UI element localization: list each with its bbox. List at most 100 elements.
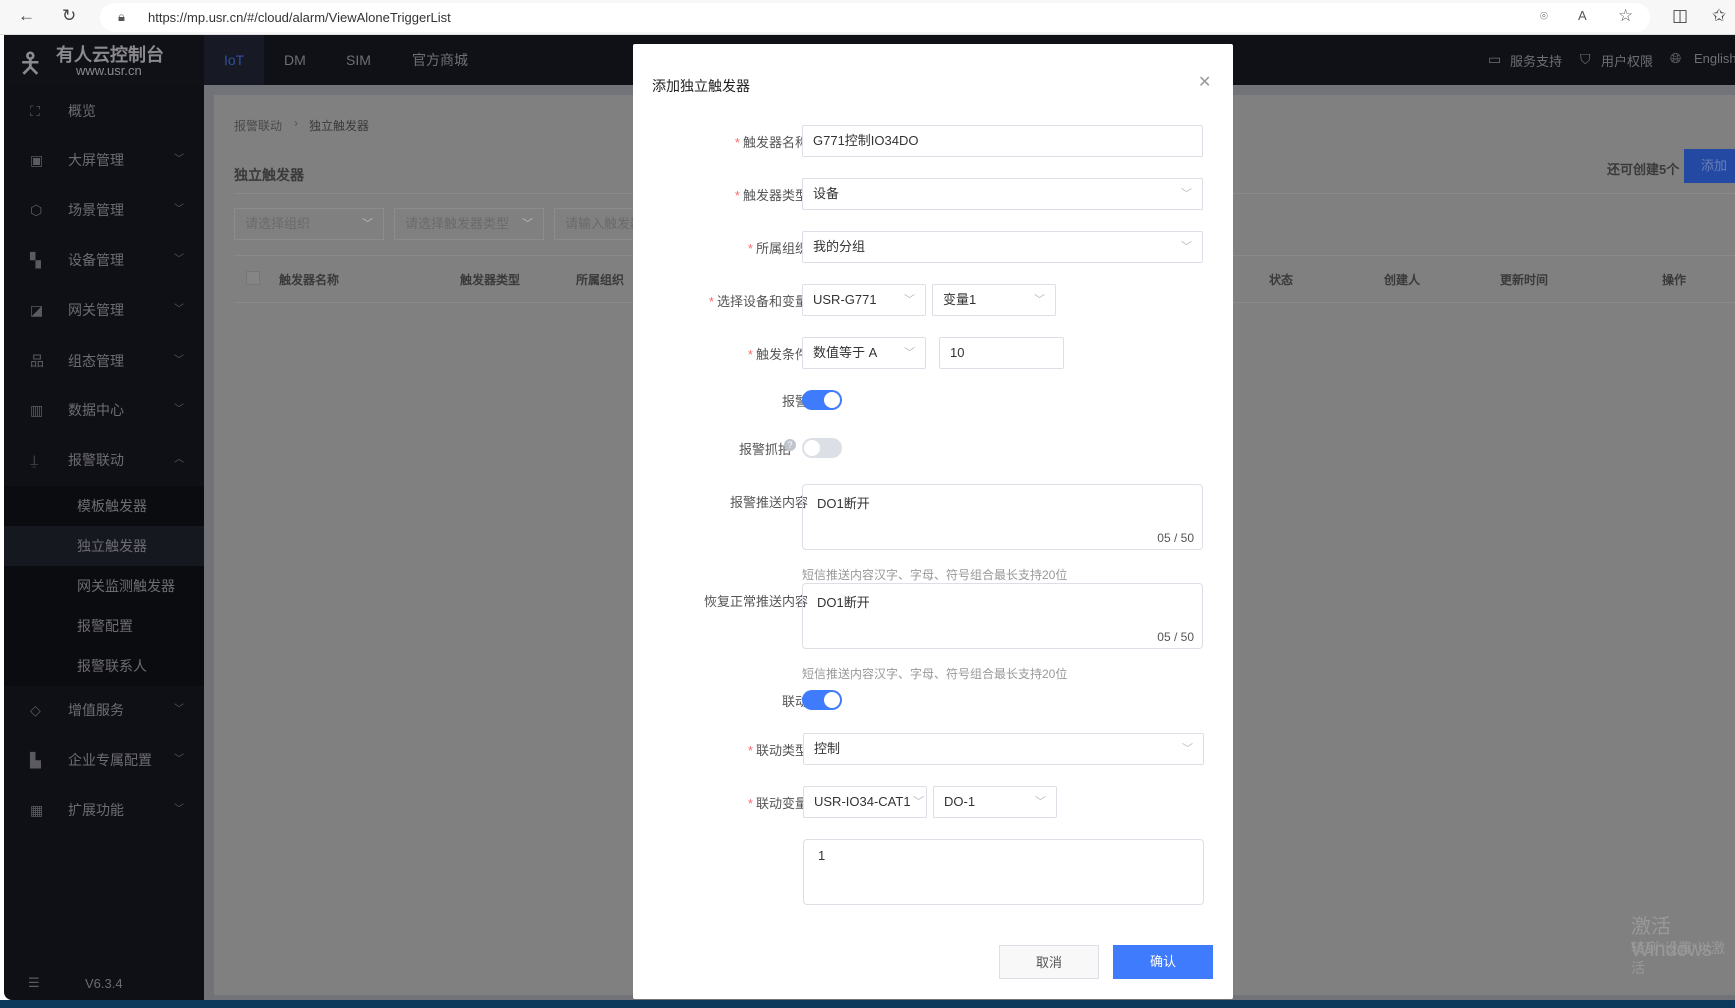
tab-sim[interactable]: SIM bbox=[326, 35, 391, 85]
linkage-toggle[interactable] bbox=[802, 690, 842, 710]
chevron-down-icon: ﹀ bbox=[1181, 241, 1192, 253]
breadcrumb-alarm[interactable]: 报警联动 bbox=[234, 117, 282, 134]
link-type-select[interactable]: 控制 ﹀ bbox=[803, 733, 1204, 765]
col-actions: 操作 bbox=[1662, 273, 1687, 287]
breadcrumb-current: 独立触发器 bbox=[309, 119, 370, 133]
permissions-link[interactable]: 用户权限 bbox=[1601, 51, 1653, 70]
sidebar-item-data-center[interactable]: ▥ 数据中心 ﹀ bbox=[4, 388, 204, 432]
type-filter-select[interactable]: 请选择触发器类型 ﹀ bbox=[394, 208, 544, 240]
grid-icon: ▦ bbox=[30, 802, 44, 818]
sidebar-item-scene[interactable]: ⬡ 场景管理 ﹀ bbox=[4, 188, 204, 232]
alarm-toggle[interactable] bbox=[802, 390, 842, 410]
chevron-down-icon: ﹀ bbox=[1034, 294, 1045, 306]
close-icon[interactable]: ✕ bbox=[1198, 72, 1211, 92]
device-icon: ▚ bbox=[30, 252, 41, 268]
sidebar-sub-standalone-trigger[interactable]: 独立触发器 bbox=[4, 526, 204, 566]
overview-icon: ⛶ bbox=[30, 103, 40, 119]
sidebar-item-screen[interactable]: ▣ 大屏管理 ﹀ bbox=[4, 138, 204, 182]
favorites-icon[interactable]: ✩ bbox=[1712, 6, 1726, 26]
link-variable-select[interactable]: DO-1 ﹀ bbox=[933, 786, 1057, 818]
location-icon[interactable]: ⌾ bbox=[1540, 8, 1548, 24]
device-value: USR-G771 bbox=[813, 292, 877, 307]
favorite-star-icon[interactable]: ☆ bbox=[1618, 6, 1633, 26]
support-link[interactable]: 服务支持 bbox=[1510, 51, 1562, 70]
sidebar-item-topology[interactable]: 品组态管理 ﹀ bbox=[4, 339, 204, 383]
remaining-count: 还可创建5个 bbox=[1607, 162, 1680, 177]
name-filter-input[interactable]: 请输入触发器 bbox=[554, 208, 644, 240]
sidebar-item-overview[interactable]: ⛶ 概览 bbox=[4, 89, 204, 133]
globe-icon: 🌐︎ bbox=[1670, 50, 1682, 66]
tab-iot[interactable]: IoT bbox=[204, 35, 265, 85]
alarm-icon: ⍊ bbox=[30, 452, 39, 468]
trigger-type-select[interactable]: 设备 ﹀ bbox=[802, 178, 1203, 210]
diamond-icon: ◇ bbox=[30, 702, 41, 718]
chevron-down-icon: ﹀ bbox=[362, 218, 373, 230]
browser-toolbar: ← ↻ 🔒︎ https://mp.usr.cn/#/cloud/alarm/V… bbox=[0, 0, 1735, 35]
chevron-down-icon: ﹀ bbox=[174, 304, 184, 315]
link-value-textarea[interactable]: 1 bbox=[803, 839, 1204, 905]
recover-char-count: 05 / 50 bbox=[1157, 630, 1194, 644]
read-aloud-icon[interactable]: A bbox=[1578, 8, 1587, 23]
condition-label: * 触发条件 bbox=[747, 347, 808, 362]
chevron-down-icon: ﹀ bbox=[522, 218, 533, 230]
collapse-menu-icon[interactable]: ☰ bbox=[28, 975, 40, 991]
sidebar-sub-gateway-trigger[interactable]: 网关监测触发器 bbox=[4, 566, 204, 606]
sidebar-item-extensions[interactable]: ▦ 扩展功能 ﹀ bbox=[4, 788, 204, 832]
chart-icon: ▥ bbox=[30, 402, 44, 418]
chevron-down-icon: ﹀ bbox=[1035, 796, 1046, 808]
watermark-line2: 转到"设置"以激活 bbox=[1631, 940, 1725, 976]
col-status: 状态 bbox=[1269, 273, 1294, 287]
link-device-select[interactable]: USR-IO34-CAT1 ﹀ bbox=[803, 786, 927, 818]
add-button[interactable]: 添加 bbox=[1684, 149, 1735, 183]
cancel-button[interactable]: 取消 bbox=[999, 945, 1099, 979]
variable-select[interactable]: 变量1 ﹀ bbox=[932, 284, 1056, 316]
recover-content-textarea[interactable]: DO1断开 05 / 50 bbox=[802, 583, 1203, 649]
sidebar-item-device[interactable]: ▚ 设备管理 ﹀ bbox=[4, 238, 204, 282]
sidebar-sub-alarm-config[interactable]: 报警配置 bbox=[4, 606, 204, 646]
push-content-value: DO1断开 bbox=[817, 496, 870, 511]
dialog-title: 添加独立触发器 bbox=[652, 78, 750, 94]
condition-select[interactable]: 数值等于 A ﹀ bbox=[802, 337, 926, 369]
logo-person-icon: 🯅 bbox=[18, 48, 43, 79]
push-content-textarea[interactable]: DO1断开 05 / 50 bbox=[802, 484, 1203, 550]
name-filter-placeholder: 请输入触发器 bbox=[565, 216, 644, 231]
sidebar-item-alarm[interactable]: ⍊ 报警联动 ︿ bbox=[4, 438, 204, 482]
tab-store[interactable]: 官方商城 bbox=[392, 35, 488, 85]
sidebar-item-value-added[interactable]: ◇ 增值服务 ﹀ bbox=[4, 688, 204, 732]
alarm-label: 报警 bbox=[781, 394, 808, 409]
sidebar-sub-alarm-contacts[interactable]: 报警联系人 bbox=[4, 646, 204, 686]
back-icon[interactable]: ← bbox=[18, 6, 35, 26]
org-select[interactable]: 我的分组 ﹀ bbox=[802, 231, 1203, 263]
refresh-icon[interactable]: ↻ bbox=[62, 6, 76, 26]
variable-value: 变量1 bbox=[943, 292, 977, 307]
chevron-down-icon: ﹀ bbox=[174, 204, 184, 215]
chevron-down-icon: ﹀ bbox=[1182, 743, 1193, 755]
chevron-down-icon: ﹀ bbox=[174, 804, 184, 815]
recover-content-value: DO1断开 bbox=[817, 595, 870, 610]
org-filter-select[interactable]: 请选择组织 ﹀ bbox=[234, 208, 384, 240]
device-label: * 选择设备和变量 bbox=[708, 294, 808, 309]
language-link[interactable]: English bbox=[1694, 51, 1735, 66]
col-creator: 创建人 bbox=[1384, 273, 1421, 287]
col-updated: 更新时间 bbox=[1500, 273, 1549, 287]
sidebar-sub-template-trigger[interactable]: 模板触发器 bbox=[4, 486, 204, 526]
snapshot-toggle[interactable] bbox=[802, 438, 842, 458]
address-bar[interactable]: 🔒︎ https://mp.usr.cn/#/cloud/alarm/ViewA… bbox=[100, 3, 1650, 32]
split-screen-icon[interactable]: ◫ bbox=[1672, 6, 1688, 26]
toggle-knob bbox=[824, 392, 840, 408]
taskbar-edge bbox=[0, 1000, 1735, 1008]
condition-value-input[interactable]: 10 bbox=[939, 337, 1064, 369]
url-text[interactable]: https://mp.usr.cn/#/cloud/alarm/ViewAlon… bbox=[148, 10, 451, 25]
sidebar-item-gateway[interactable]: ◪ 网关管理 ﹀ bbox=[4, 288, 204, 332]
help-icon[interactable]: ? bbox=[784, 439, 796, 451]
trigger-name-input[interactable]: G771控制IO34DO bbox=[802, 125, 1203, 157]
select-all-checkbox[interactable] bbox=[246, 271, 260, 285]
toggle-knob bbox=[824, 692, 840, 708]
type-label: * 触发器类型 bbox=[734, 188, 808, 203]
device-select[interactable]: USR-G771 ﹀ bbox=[802, 284, 926, 316]
tab-dm[interactable]: DM bbox=[264, 35, 326, 85]
condition-value: 数值等于 A bbox=[813, 345, 878, 360]
type-filter-placeholder: 请选择触发器类型 bbox=[405, 216, 510, 231]
confirm-button[interactable]: 确认 bbox=[1113, 945, 1213, 979]
sidebar-item-enterprise[interactable]: ▙ 企业专属配置 ﹀ bbox=[4, 738, 204, 782]
